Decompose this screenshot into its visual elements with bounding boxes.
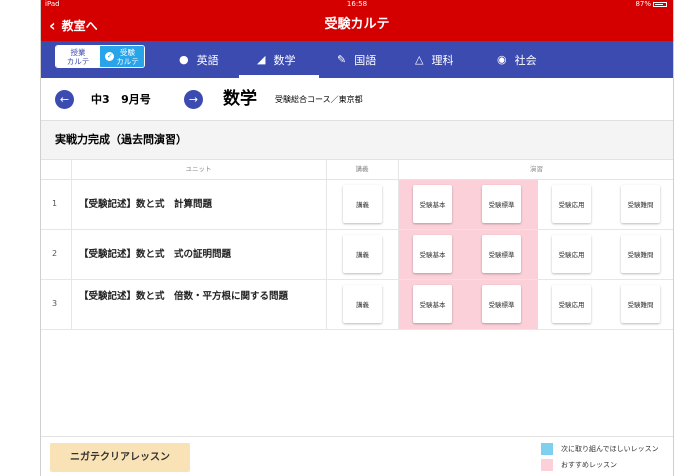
table-row: 1 【受験記述】数と式 計算問題 講義 受験基本 受験標準 受験応用 受験難問: [41, 180, 673, 230]
battery-indicator: 87%: [635, 0, 667, 9]
table-row: 2 【受験記述】数と式 式の証明問題 講義 受験基本 受験標準 受験応用 受験難…: [41, 230, 673, 280]
row-number: 3: [52, 299, 58, 308]
exam-karte-label: 受験 カルテ: [116, 47, 139, 66]
triangle-ruler-icon: ◢: [257, 53, 266, 66]
unit-name: 【受験記述】数と式 計算問題: [79, 199, 213, 210]
applied-practice-button[interactable]: 受験応用: [552, 235, 591, 273]
arrow-left-icon: ←: [59, 93, 70, 106]
lecture-button[interactable]: 講義: [343, 235, 382, 273]
unit-name: 【受験記述】数と式 式の証明問題: [79, 249, 232, 260]
grade-label: 中3: [91, 93, 110, 106]
title-bar: ‹ 教室へ 受験カルテ: [41, 9, 673, 41]
tab-english[interactable]: ● 英語: [179, 41, 219, 78]
tab-math-label: 数学: [273, 53, 296, 67]
legend-recommended: おすすめレッスン: [541, 459, 617, 471]
standard-practice-button[interactable]: 受験標準: [482, 185, 521, 223]
status-bar: iPad 16:58 87%: [41, 0, 673, 9]
lecture-button[interactable]: 講義: [343, 285, 382, 323]
tab-science[interactable]: △ 理科: [415, 41, 453, 78]
nigate-clear-lesson-button[interactable]: ニガテクリアレッスン: [50, 443, 190, 472]
next-swatch: [541, 443, 553, 455]
subject-title: 数学: [223, 89, 257, 109]
section-header: 実戦力完成（過去問演習）: [41, 121, 673, 160]
tab-social[interactable]: ◉ 社会: [497, 41, 537, 78]
tab-japanese-label: 国語: [354, 53, 377, 67]
recommended-swatch: [541, 459, 553, 471]
pencil-icon: ✎: [337, 53, 347, 66]
exam-karte-button[interactable]: ✓ 受験 カルテ: [100, 46, 144, 67]
legend-recommended-label: おすすめレッスン: [561, 461, 617, 469]
flask-icon: △: [415, 53, 424, 66]
standard-practice-button[interactable]: 受験標準: [482, 235, 521, 273]
table-row: 3 【受験記述】数と式 倍数・平方根に関する問題 講義 受験基本 受験標準 受験…: [41, 280, 673, 330]
course-label: 受験総合コース／東京都: [275, 95, 363, 104]
check-icon: ✓: [105, 52, 115, 61]
row-number: 1: [52, 199, 58, 208]
hard-practice-button[interactable]: 受験難問: [621, 185, 660, 223]
subject-tab-bar: 授業 カルテ ✓ 受験 カルテ ● 英語 ◢ 数学 ✎ 国語 △ 理科 ◉ 社会: [41, 41, 673, 78]
lecture-column-header: 講義: [355, 165, 369, 173]
back-label: 教室へ: [61, 18, 98, 33]
standard-practice-button[interactable]: 受験標準: [482, 285, 521, 323]
lesson-karte-button[interactable]: 授業 カルテ: [56, 46, 100, 67]
lesson-karte-label: 授業 カルテ: [66, 47, 90, 66]
legend-next: 次に取り組んでほしいレッスン: [541, 443, 659, 455]
hard-practice-button[interactable]: 受験難問: [621, 285, 660, 323]
basic-practice-button[interactable]: 受験基本: [413, 235, 452, 273]
tab-math[interactable]: ◢ 数学: [257, 41, 295, 78]
apple-icon: ●: [179, 53, 189, 66]
app-window: iPad 16:58 87% ‹ 教室へ 受験カルテ 授業 カルテ ✓ 受験 カル…: [40, 0, 674, 476]
tab-science-label: 理科: [431, 53, 454, 67]
globe-icon: ◉: [497, 53, 507, 66]
clock: 16:58: [346, 0, 368, 8]
battery-percent: 87%: [635, 0, 651, 8]
tab-japanese[interactable]: ✎ 国語: [337, 41, 376, 78]
column-divider: [71, 160, 72, 330]
section-title: 実戦力完成（過去問演習）: [55, 133, 187, 146]
tab-social-label: 社会: [514, 53, 537, 67]
karte-toggle: 授業 カルテ ✓ 受験 カルテ: [55, 45, 145, 68]
applied-practice-button[interactable]: 受験応用: [552, 185, 591, 223]
battery-icon: [653, 1, 667, 7]
legend-next-label: 次に取り組んでほしいレッスン: [561, 445, 659, 453]
table-header: ユニット 講義 演習: [41, 160, 673, 180]
practice-column-header: 演習: [530, 165, 543, 173]
previous-issue-button[interactable]: ←: [55, 90, 74, 109]
row-number: 2: [52, 249, 58, 258]
tab-english-label: 英語: [196, 53, 219, 67]
footer: ニガテクリアレッスン 次に取り組んでほしいレッスン おすすめレッスン: [41, 436, 673, 476]
basic-practice-button[interactable]: 受験基本: [413, 185, 452, 223]
column-divider: [326, 160, 327, 330]
month-label: 9月号: [121, 93, 151, 106]
lecture-button[interactable]: 講義: [343, 185, 382, 223]
unit-column-header: ユニット: [185, 165, 212, 173]
page-title: 受験カルテ: [324, 17, 390, 32]
next-issue-button[interactable]: →: [184, 90, 203, 109]
back-to-classroom-button[interactable]: ‹ 教室へ: [49, 9, 98, 41]
issue-header: ← 中3 9月号 → 数学 受験総合コース／東京都: [41, 78, 673, 121]
unit-name: 【受験記述】数と式 倍数・平方根に関する問題: [79, 291, 289, 302]
hard-practice-button[interactable]: 受験難問: [621, 235, 660, 273]
applied-practice-button[interactable]: 受験応用: [552, 285, 591, 323]
chevron-left-icon: ‹: [49, 15, 56, 35]
arrow-right-icon: →: [188, 93, 199, 106]
basic-practice-button[interactable]: 受験基本: [413, 285, 452, 323]
issue-label: 中3 9月号: [91, 90, 151, 109]
column-divider: [398, 160, 399, 330]
